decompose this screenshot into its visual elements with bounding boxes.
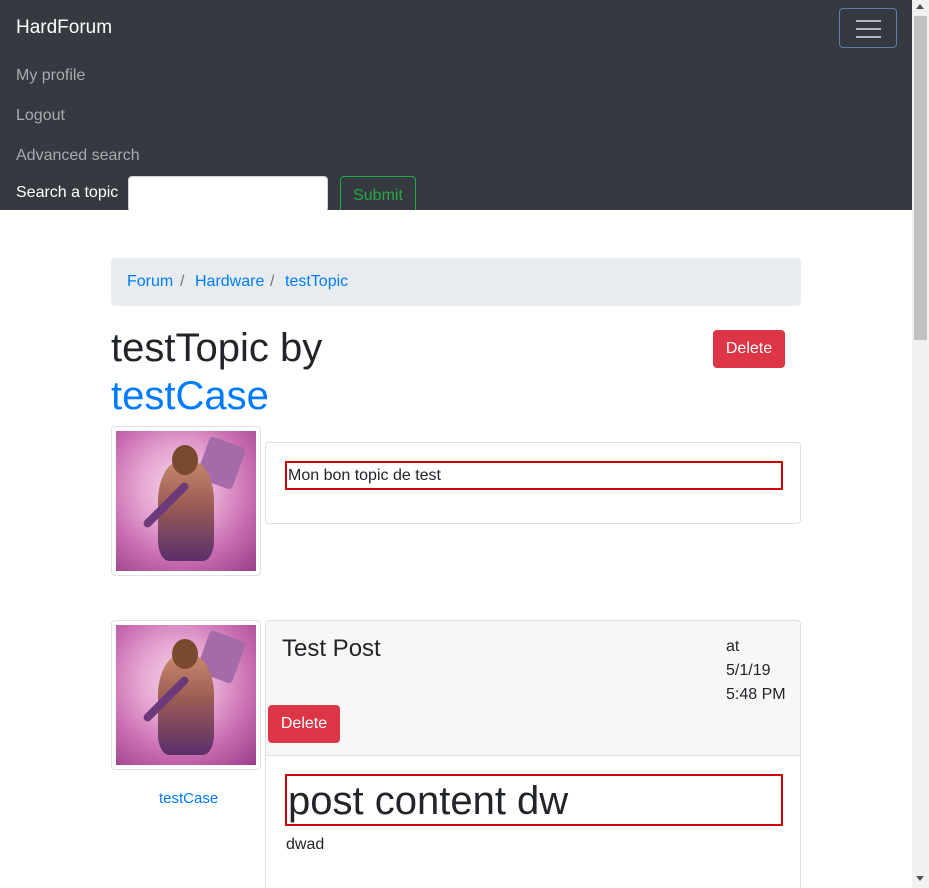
topic-author-link[interactable]: testCase xyxy=(111,372,269,420)
post-author-link[interactable]: testCase xyxy=(159,790,218,807)
search-input[interactable] xyxy=(128,176,328,210)
breadcrumb-topic[interactable]: testTopic xyxy=(285,273,348,291)
post-content-text: dwad xyxy=(286,836,325,853)
page: HardForum My profile Logout Advanced sea… xyxy=(0,0,929,888)
avatar-image xyxy=(116,431,256,571)
nav-link-my-profile[interactable]: My profile xyxy=(16,67,85,85)
post-author-avatar xyxy=(111,620,261,770)
hamburger-icon xyxy=(856,20,881,22)
post-date: at 5/1/19 5:48 PM xyxy=(726,635,796,707)
post-date-time: 5:48 PM xyxy=(726,686,786,703)
scrollbar[interactable] xyxy=(912,0,929,888)
topic-title: testTopic by xyxy=(111,326,323,370)
scroll-down-arrow-icon[interactable] xyxy=(916,876,924,881)
submit-button[interactable]: Submit xyxy=(340,176,416,210)
topic-content-text: Mon bon topic de test xyxy=(285,461,783,490)
breadcrumb-forum[interactable]: Forum xyxy=(127,273,173,291)
breadcrumb-hardware[interactable]: Hardware xyxy=(195,273,264,291)
nav-link-advanced-search[interactable]: Advanced search xyxy=(16,147,140,165)
brand-link[interactable]: HardForum xyxy=(16,17,112,39)
post-date-day: 5/1/19 xyxy=(726,662,771,679)
post-title: Test Post xyxy=(282,635,381,662)
navbar-toggler-button[interactable] xyxy=(839,8,897,48)
scrollbar-thumb[interactable] xyxy=(914,16,927,340)
post-content-heading: post content dw xyxy=(285,774,783,826)
nav-link-logout[interactable]: Logout xyxy=(16,107,65,125)
scroll-up-arrow-icon[interactable] xyxy=(916,4,924,9)
topic-content-card: Mon bon topic de test xyxy=(265,442,801,524)
breadcrumb-separator: / xyxy=(180,273,185,290)
post-card: Test Post at 5/1/19 5:48 PM post content… xyxy=(265,620,801,888)
post-header: Test Post at 5/1/19 5:48 PM xyxy=(266,621,800,756)
delete-topic-button[interactable]: Delete xyxy=(713,330,785,368)
post-date-prefix: at xyxy=(726,638,740,655)
avatar-image xyxy=(116,625,256,765)
breadcrumb: Forum / Hardware / testTopic xyxy=(111,258,801,306)
navbar: HardForum My profile Logout Advanced sea… xyxy=(0,0,912,210)
topic-author-avatar xyxy=(111,426,261,576)
breadcrumb-separator: / xyxy=(270,273,275,290)
search-label: Search a topic xyxy=(16,184,119,201)
delete-post-button[interactable]: Delete xyxy=(268,705,340,743)
